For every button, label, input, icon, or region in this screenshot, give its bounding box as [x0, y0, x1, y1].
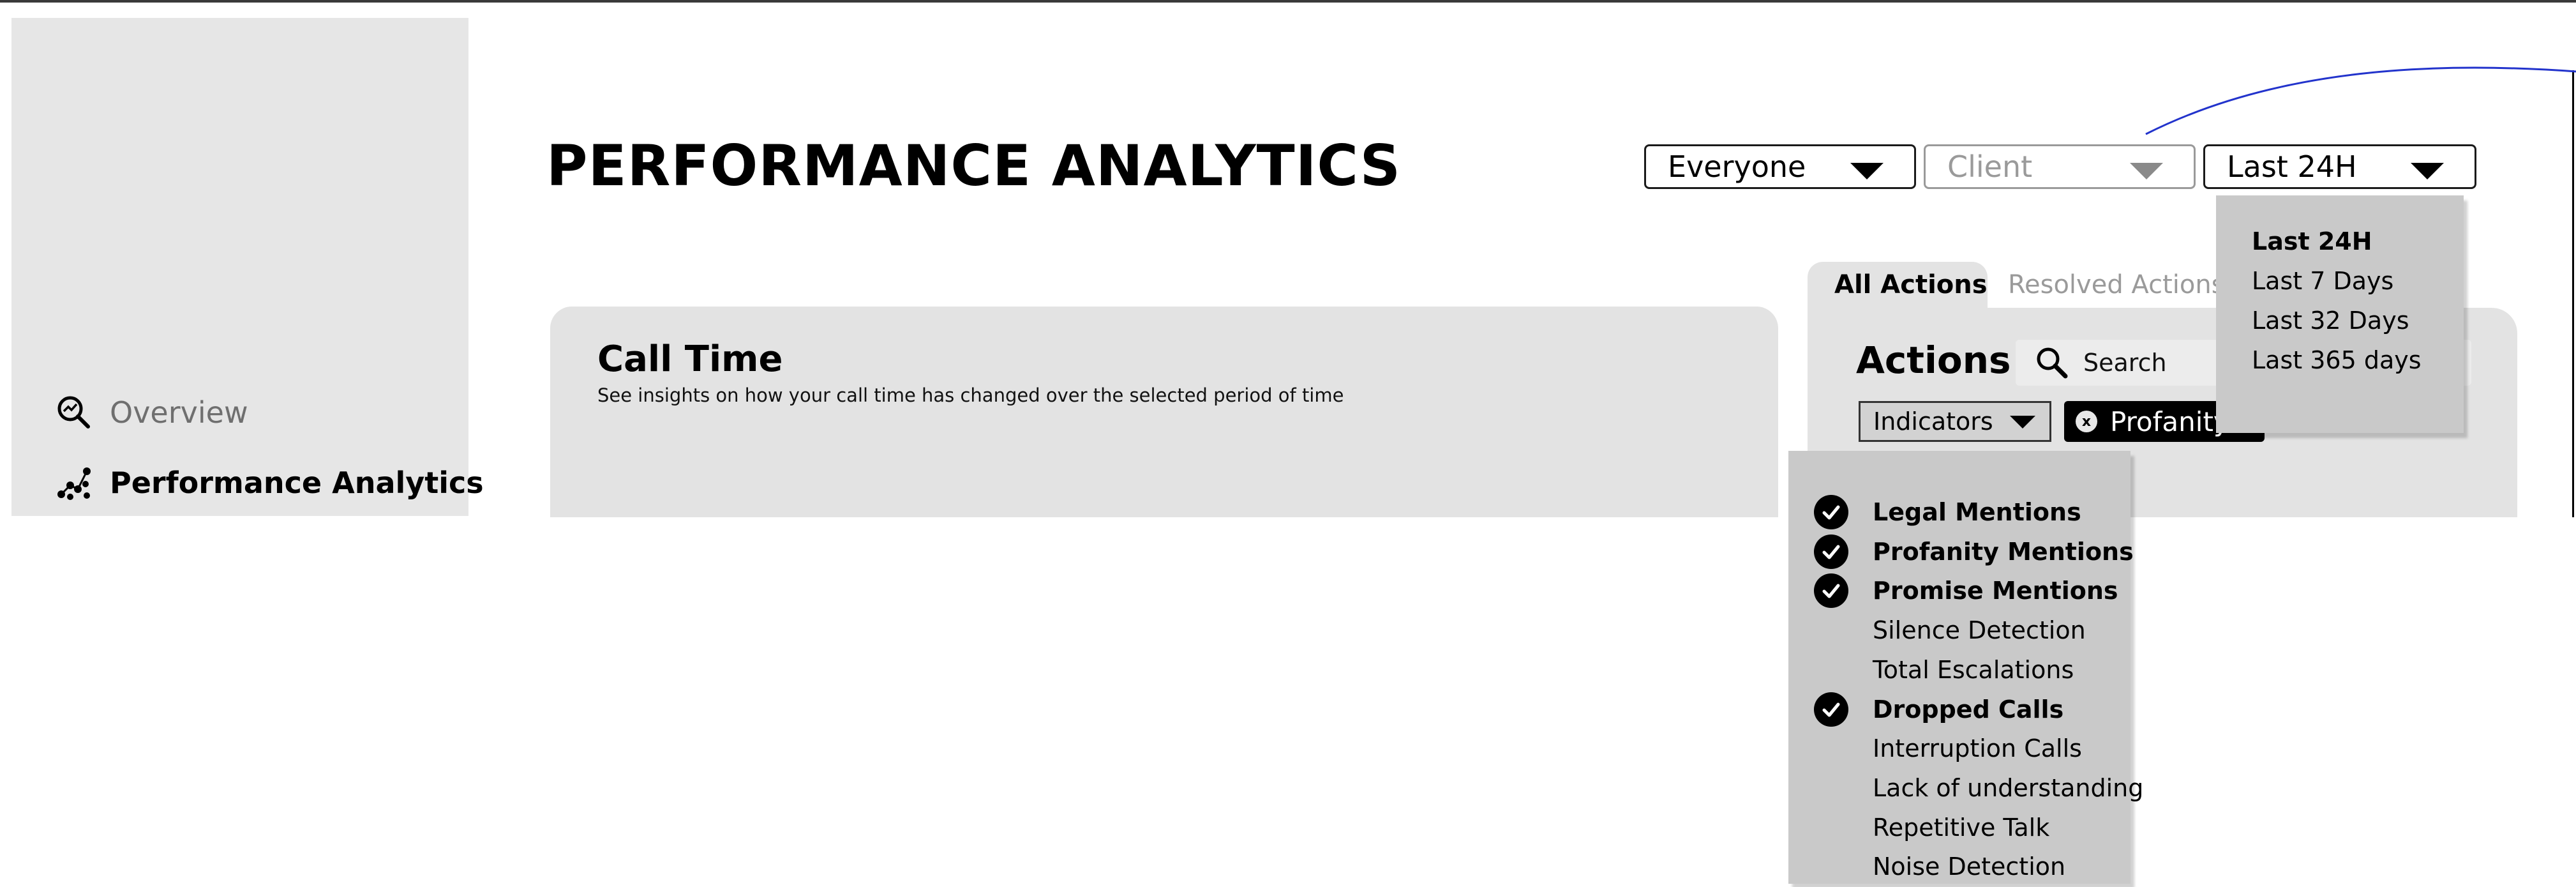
indicator-option[interactable]: Interruption Calls [1814, 731, 2082, 766]
chevron-down-icon [2130, 163, 2163, 179]
indicator-option-label: Silence Detection [1873, 616, 2086, 645]
chevron-down-icon [2010, 416, 2035, 428]
indicator-option[interactable]: Profanity Mentions [1814, 534, 2134, 570]
indicators-menu: Legal Mentions Profanity Mentions Promise … [1788, 451, 2143, 884]
time-range-option[interactable]: Last 7 Days [2252, 267, 2393, 295]
checkbox-empty[interactable] [1814, 849, 1848, 884]
indicators-select[interactable]: Indicators [1859, 401, 2051, 442]
indicator-option-label: Total Escalations [1873, 655, 2074, 684]
time-range-select[interactable]: Last 24H [2203, 144, 2476, 189]
actions-title: Actions [1856, 338, 2011, 382]
indicator-option[interactable]: Repetitive Talk [1814, 810, 2049, 845]
sidebar-item-label: Overview [110, 395, 248, 430]
indicator-option-label: Promise Mentions [1873, 577, 2118, 605]
indicator-option[interactable]: Silence Detection [1814, 612, 2086, 648]
client-select-placeholder: Client [1947, 149, 2033, 184]
time-range-select-value: Last 24H [2227, 149, 2357, 184]
indicator-option-label: Profanity Mentions [1873, 537, 2134, 566]
indicator-option-label: Legal Mentions [1873, 498, 2081, 526]
sidebar-item-performance-analytics[interactable]: Performance Analytics [55, 464, 484, 502]
time-range-option[interactable]: Last 32 Days [2252, 307, 2409, 335]
client-select[interactable]: Client [1924, 144, 2196, 189]
indicator-option[interactable]: Legal Mentions [1814, 494, 2081, 530]
indicator-option[interactable]: Lack of understanding [1814, 770, 2143, 806]
time-range-menu: Last 24H Last 7 Days Last 32 Days Last 3… [2216, 195, 2464, 433]
checkbox-empty[interactable] [1814, 771, 1848, 805]
indicators-select-label: Indicators [1873, 407, 1993, 436]
time-range-option[interactable]: Last 365 days [2252, 346, 2422, 374]
checkbox-empty[interactable] [1814, 653, 1848, 687]
time-range-option[interactable]: Last 24H [2252, 227, 2372, 255]
call-time-subtitle: See insights on how your call time has c… [597, 384, 1344, 406]
checkbox-empty[interactable] [1814, 731, 1848, 766]
indicator-option-label: Repetitive Talk [1873, 813, 2050, 842]
audience-select[interactable]: Everyone [1644, 144, 1916, 189]
analytics-icon [55, 464, 93, 502]
page-title: PERFORMANCE ANALYTICS [546, 133, 1402, 199]
call-time-title: Call Time [597, 338, 783, 380]
indicator-option[interactable]: Total Escalations [1814, 652, 2074, 688]
top-border [0, 0, 2576, 3]
indicator-option-label: Interruption Calls [1873, 734, 2082, 763]
tab-all-actions[interactable]: All Actions [1808, 262, 1988, 308]
indicator-option-label: Noise Detection [1873, 853, 2066, 881]
filter-chip-label: Profanity [2110, 406, 2229, 437]
sidebar-item-label: Performance Analytics [110, 466, 484, 500]
overview-icon [55, 393, 93, 432]
right-border [2572, 70, 2574, 517]
chevron-down-icon [1850, 163, 1883, 179]
checkmark-icon[interactable] [1814, 692, 1848, 727]
sidebar-item-overview[interactable]: Overview [55, 393, 248, 432]
chevron-down-icon [2411, 163, 2444, 179]
checkbox-empty[interactable] [1814, 810, 1848, 845]
indicator-option[interactable]: Promise Mentions [1814, 573, 2118, 609]
call-time-card: Call Time See insights on how your call … [550, 307, 1778, 517]
checkmark-icon[interactable] [1814, 534, 1848, 569]
checkbox-empty[interactable] [1814, 613, 1848, 648]
search-icon [2035, 344, 2073, 382]
tab-resolved-actions[interactable]: Resolved Actions [2008, 262, 2225, 308]
checkmark-icon[interactable] [1814, 573, 1848, 609]
indicator-option[interactable]: Dropped Calls [1814, 692, 2063, 727]
indicator-option[interactable]: Noise Detection [1814, 849, 2065, 884]
sidebar: Overview Performance Analytics [11, 18, 484, 516]
checkmark-icon[interactable] [1814, 495, 1848, 529]
indicator-option-label: Dropped Calls [1873, 695, 2064, 724]
indicator-option-label: Lack of understanding [1873, 773, 2144, 802]
close-icon[interactable]: x [2076, 411, 2097, 432]
audience-select-value: Everyone [1668, 149, 1806, 184]
